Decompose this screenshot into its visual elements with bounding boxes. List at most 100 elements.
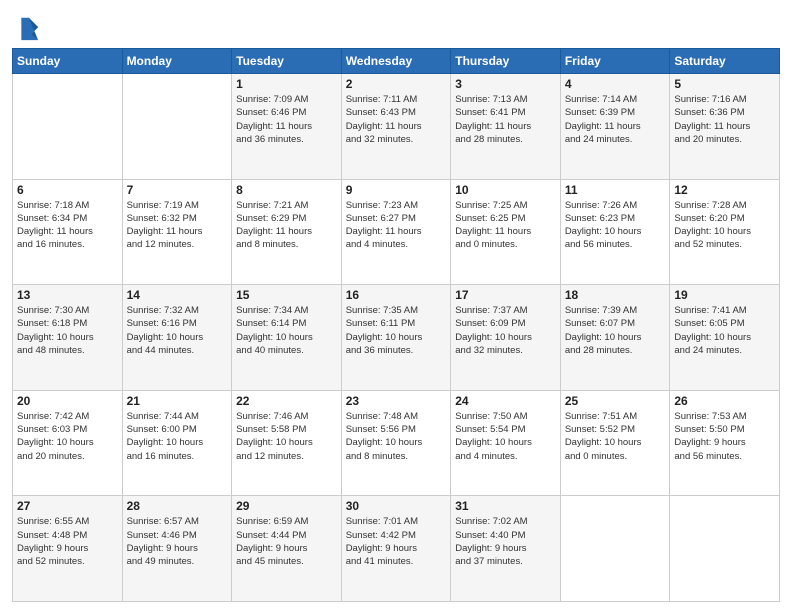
calendar-cell: 3Sunrise: 7:13 AM Sunset: 6:41 PM Daylig… bbox=[451, 74, 561, 180]
calendar-cell: 9 Sunrise: 7:23 AM Sunset: 6:27 PM Daylig… bbox=[341, 179, 451, 285]
day-info: Sunrise: 7:37 AM Sunset: 6:09 PM Dayligh… bbox=[455, 304, 556, 357]
calendar-cell: 8 Sunrise: 7:21 AM Sunset: 6:29 PM Daylig… bbox=[232, 179, 342, 285]
weekday-header: Thursday bbox=[451, 49, 561, 74]
header bbox=[12, 10, 780, 42]
calendar-cell: 23 Sunrise: 7:48 AM Sunset: 5:56 PM Dayli… bbox=[341, 390, 451, 496]
day-number: 2 bbox=[346, 77, 447, 91]
day-number: 8 bbox=[236, 183, 337, 197]
calendar-week-row: 27 Sunrise: 6:55 AM Sunset: 4:48 PM Dayli… bbox=[13, 496, 780, 602]
page: SundayMondayTuesdayWednesdayThursdayFrid… bbox=[0, 0, 792, 612]
day-number: 16 bbox=[346, 288, 447, 302]
calendar-cell: 2 Sunrise: 7:11 AM Sunset: 6:43 PM Daylig… bbox=[341, 74, 451, 180]
weekday-header: Tuesday bbox=[232, 49, 342, 74]
day-info: Sunrise: 7:11 AM Sunset: 6:43 PM Dayligh… bbox=[346, 93, 447, 146]
calendar-cell: 19 Sunrise: 7:41 AM Sunset: 6:05 PM Dayli… bbox=[670, 285, 780, 391]
calendar-cell: 11 Sunrise: 7:26 AM Sunset: 6:23 PM Dayli… bbox=[560, 179, 670, 285]
calendar-week-row: 20Sunrise: 7:42 AM Sunset: 6:03 PM Dayli… bbox=[13, 390, 780, 496]
day-number: 4 bbox=[565, 77, 666, 91]
calendar-cell: 29 Sunrise: 6:59 AM Sunset: 4:44 PM Dayli… bbox=[232, 496, 342, 602]
day-info: Sunrise: 7:51 AM Sunset: 5:52 PM Dayligh… bbox=[565, 410, 666, 463]
day-number: 26 bbox=[674, 394, 775, 408]
calendar-cell bbox=[13, 74, 123, 180]
calendar-cell: 16 Sunrise: 7:35 AM Sunset: 6:11 PM Dayli… bbox=[341, 285, 451, 391]
calendar-cell: 30 Sunrise: 7:01 AM Sunset: 4:42 PM Dayli… bbox=[341, 496, 451, 602]
day-info: Sunrise: 7:01 AM Sunset: 4:42 PM Dayligh… bbox=[346, 515, 447, 568]
day-number: 9 bbox=[346, 183, 447, 197]
day-info: Sunrise: 7:26 AM Sunset: 6:23 PM Dayligh… bbox=[565, 199, 666, 252]
day-number: 30 bbox=[346, 499, 447, 513]
calendar-cell: 13Sunrise: 7:30 AM Sunset: 6:18 PM Dayli… bbox=[13, 285, 123, 391]
calendar-cell: 6 Sunrise: 7:18 AM Sunset: 6:34 PM Daylig… bbox=[13, 179, 123, 285]
day-info: Sunrise: 7:16 AM Sunset: 6:36 PM Dayligh… bbox=[674, 93, 775, 146]
day-number: 29 bbox=[236, 499, 337, 513]
logo bbox=[12, 14, 42, 42]
day-info: Sunrise: 7:18 AM Sunset: 6:34 PM Dayligh… bbox=[17, 199, 118, 252]
day-info: Sunrise: 7:41 AM Sunset: 6:05 PM Dayligh… bbox=[674, 304, 775, 357]
day-info: Sunrise: 6:59 AM Sunset: 4:44 PM Dayligh… bbox=[236, 515, 337, 568]
logo-icon bbox=[12, 14, 40, 42]
weekday-header: Monday bbox=[122, 49, 232, 74]
calendar-header: SundayMondayTuesdayWednesdayThursdayFrid… bbox=[13, 49, 780, 74]
calendar-cell: 21Sunrise: 7:44 AM Sunset: 6:00 PM Dayli… bbox=[122, 390, 232, 496]
day-number: 17 bbox=[455, 288, 556, 302]
calendar-cell: 5 Sunrise: 7:16 AM Sunset: 6:36 PM Daylig… bbox=[670, 74, 780, 180]
day-info: Sunrise: 7:32 AM Sunset: 6:16 PM Dayligh… bbox=[127, 304, 228, 357]
day-number: 28 bbox=[127, 499, 228, 513]
calendar-cell: 1 Sunrise: 7:09 AM Sunset: 6:46 PM Daylig… bbox=[232, 74, 342, 180]
day-info: Sunrise: 7:30 AM Sunset: 6:18 PM Dayligh… bbox=[17, 304, 118, 357]
day-number: 11 bbox=[565, 183, 666, 197]
day-info: Sunrise: 7:09 AM Sunset: 6:46 PM Dayligh… bbox=[236, 93, 337, 146]
day-info: Sunrise: 7:39 AM Sunset: 6:07 PM Dayligh… bbox=[565, 304, 666, 357]
day-info: Sunrise: 7:48 AM Sunset: 5:56 PM Dayligh… bbox=[346, 410, 447, 463]
calendar-cell: 12 Sunrise: 7:28 AM Sunset: 6:20 PM Dayli… bbox=[670, 179, 780, 285]
calendar-cell: 15 Sunrise: 7:34 AM Sunset: 6:14 PM Dayli… bbox=[232, 285, 342, 391]
day-number: 15 bbox=[236, 288, 337, 302]
calendar-cell: 14 Sunrise: 7:32 AM Sunset: 6:16 PM Dayli… bbox=[122, 285, 232, 391]
calendar-table: SundayMondayTuesdayWednesdayThursdayFrid… bbox=[12, 48, 780, 602]
day-number: 5 bbox=[674, 77, 775, 91]
calendar-cell bbox=[560, 496, 670, 602]
day-number: 20 bbox=[17, 394, 118, 408]
day-info: Sunrise: 7:50 AM Sunset: 5:54 PM Dayligh… bbox=[455, 410, 556, 463]
day-number: 10 bbox=[455, 183, 556, 197]
day-number: 23 bbox=[346, 394, 447, 408]
calendar-cell: 26Sunrise: 7:53 AM Sunset: 5:50 PM Dayli… bbox=[670, 390, 780, 496]
day-info: Sunrise: 7:21 AM Sunset: 6:29 PM Dayligh… bbox=[236, 199, 337, 252]
day-info: Sunrise: 6:57 AM Sunset: 4:46 PM Dayligh… bbox=[127, 515, 228, 568]
weekday-header: Friday bbox=[560, 49, 670, 74]
day-number: 14 bbox=[127, 288, 228, 302]
calendar-cell: 24 Sunrise: 7:50 AM Sunset: 5:54 PM Dayli… bbox=[451, 390, 561, 496]
day-number: 19 bbox=[674, 288, 775, 302]
day-number: 31 bbox=[455, 499, 556, 513]
calendar-week-row: 6 Sunrise: 7:18 AM Sunset: 6:34 PM Daylig… bbox=[13, 179, 780, 285]
calendar-cell: 25 Sunrise: 7:51 AM Sunset: 5:52 PM Dayli… bbox=[560, 390, 670, 496]
day-info: Sunrise: 7:28 AM Sunset: 6:20 PM Dayligh… bbox=[674, 199, 775, 252]
day-info: Sunrise: 7:02 AM Sunset: 4:40 PM Dayligh… bbox=[455, 515, 556, 568]
day-number: 6 bbox=[17, 183, 118, 197]
day-number: 27 bbox=[17, 499, 118, 513]
calendar-cell bbox=[670, 496, 780, 602]
calendar-cell: 10Sunrise: 7:25 AM Sunset: 6:25 PM Dayli… bbox=[451, 179, 561, 285]
day-info: Sunrise: 6:55 AM Sunset: 4:48 PM Dayligh… bbox=[17, 515, 118, 568]
day-info: Sunrise: 7:34 AM Sunset: 6:14 PM Dayligh… bbox=[236, 304, 337, 357]
day-number: 25 bbox=[565, 394, 666, 408]
day-number: 1 bbox=[236, 77, 337, 91]
day-number: 22 bbox=[236, 394, 337, 408]
day-number: 18 bbox=[565, 288, 666, 302]
calendar-week-row: 13Sunrise: 7:30 AM Sunset: 6:18 PM Dayli… bbox=[13, 285, 780, 391]
day-info: Sunrise: 7:35 AM Sunset: 6:11 PM Dayligh… bbox=[346, 304, 447, 357]
calendar-cell: 28 Sunrise: 6:57 AM Sunset: 4:46 PM Dayli… bbox=[122, 496, 232, 602]
weekday-row: SundayMondayTuesdayWednesdayThursdayFrid… bbox=[13, 49, 780, 74]
calendar-cell: 22 Sunrise: 7:46 AM Sunset: 5:58 PM Dayli… bbox=[232, 390, 342, 496]
day-number: 3 bbox=[455, 77, 556, 91]
calendar-cell: 18 Sunrise: 7:39 AM Sunset: 6:07 PM Dayli… bbox=[560, 285, 670, 391]
day-info: Sunrise: 7:19 AM Sunset: 6:32 PM Dayligh… bbox=[127, 199, 228, 252]
calendar-cell: 7Sunrise: 7:19 AM Sunset: 6:32 PM Daylig… bbox=[122, 179, 232, 285]
day-info: Sunrise: 7:44 AM Sunset: 6:00 PM Dayligh… bbox=[127, 410, 228, 463]
calendar-cell bbox=[122, 74, 232, 180]
day-info: Sunrise: 7:23 AM Sunset: 6:27 PM Dayligh… bbox=[346, 199, 447, 252]
day-info: Sunrise: 7:46 AM Sunset: 5:58 PM Dayligh… bbox=[236, 410, 337, 463]
day-number: 24 bbox=[455, 394, 556, 408]
calendar-cell: 17 Sunrise: 7:37 AM Sunset: 6:09 PM Dayli… bbox=[451, 285, 561, 391]
day-number: 12 bbox=[674, 183, 775, 197]
